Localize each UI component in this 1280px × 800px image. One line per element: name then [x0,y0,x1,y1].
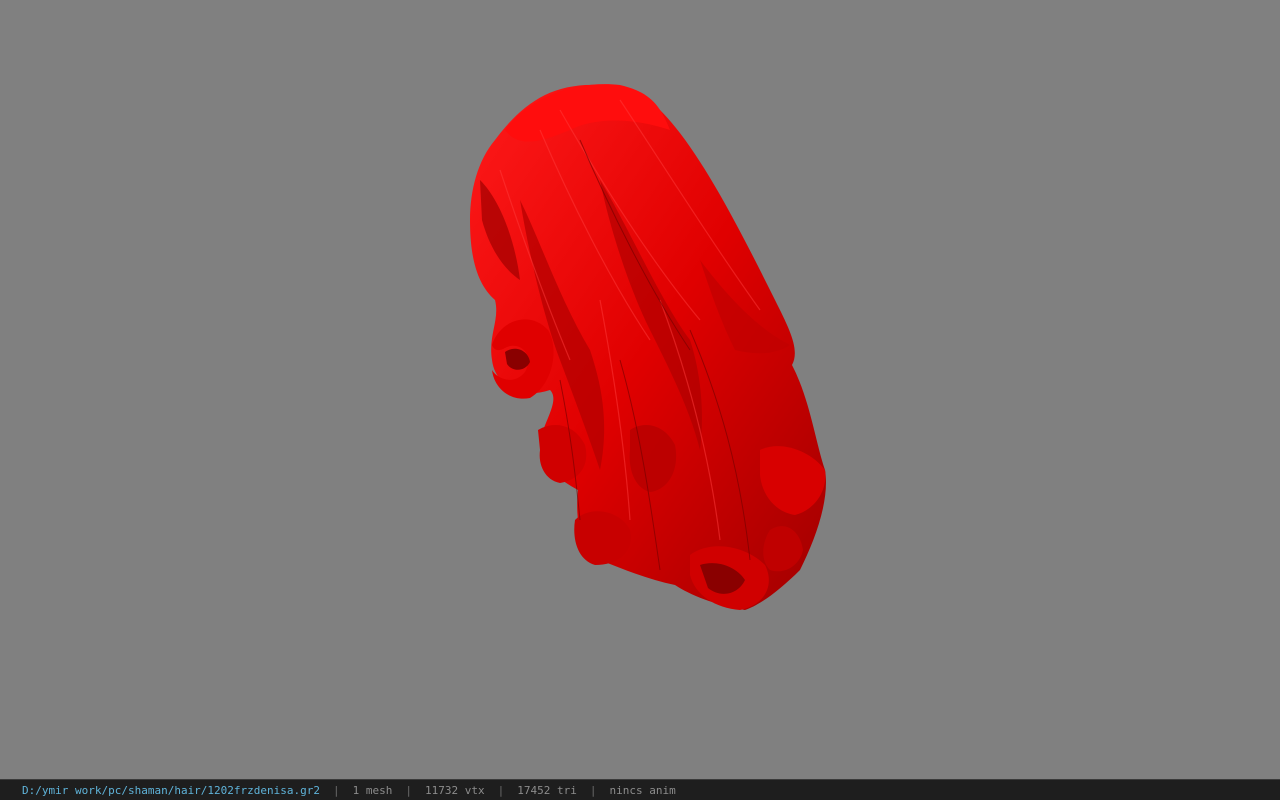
animation-status: nincs anim [609,783,676,797]
separator: | [333,783,340,797]
hair-model [470,84,826,610]
vertex-count: 11732 vtx [425,783,485,797]
status-bar: D:/ymir work/pc/shaman/hair/1202frzdenis… [0,779,1280,800]
triangle-count: 17452 tri [517,783,577,797]
3d-viewport[interactable] [0,0,1280,779]
separator: | [405,783,413,797]
mesh-count: 1 mesh [352,783,393,797]
file-path: D:/ymir work/pc/shaman/hair/1202frzdenis… [22,783,321,797]
separator: | [589,783,597,797]
separator: | [497,783,505,797]
